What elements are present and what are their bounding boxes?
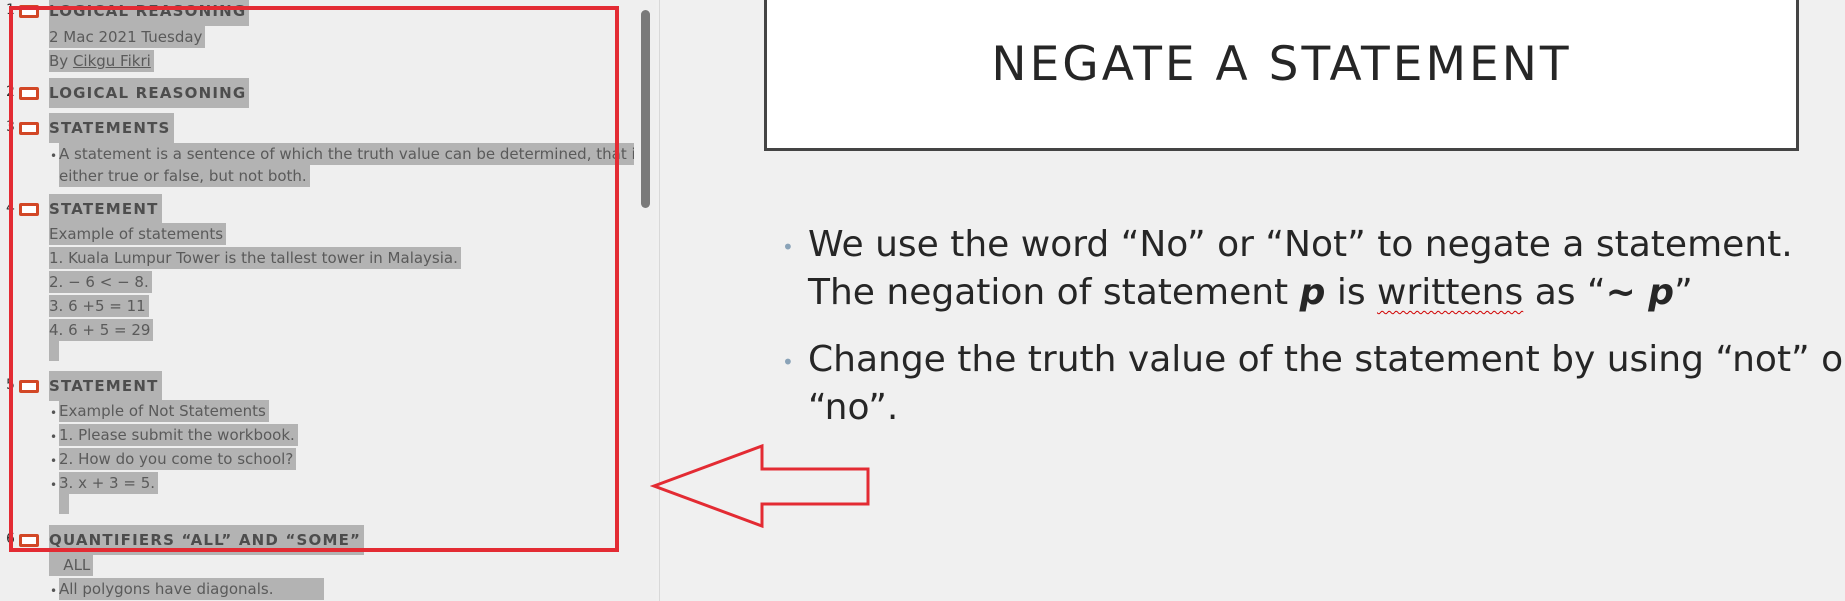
- text-run: ”: [1674, 272, 1693, 313]
- slide-bullet-dot: •: [782, 350, 794, 374]
- outline-line[interactable]: ALL: [49, 554, 94, 576]
- slide-title-text[interactable]: NEGATE A STATEMENT: [767, 37, 1796, 92]
- text-run: as “: [1523, 272, 1606, 313]
- slide-body-line[interactable]: “no”.: [808, 387, 898, 428]
- annotation-arrow-icon: [650, 443, 870, 529]
- text-run: The negation of statement: [808, 272, 1300, 313]
- slide-body-line[interactable]: Change the truth value of the statement …: [808, 339, 1845, 380]
- slide-body-line[interactable]: We use the word “No” or “Not” to negate …: [808, 224, 1793, 265]
- spelling-error-word[interactable]: writtens: [1377, 272, 1523, 313]
- outline-line[interactable]: All polygons have diagonals.: [59, 578, 324, 600]
- variable-p: p: [1299, 272, 1326, 313]
- negation-symbol: ~ p: [1605, 272, 1675, 313]
- text-run: is: [1325, 272, 1378, 313]
- annotation-box: [9, 6, 619, 552]
- slide-body-line[interactable]: The negation of statement p is writtens …: [808, 272, 1693, 313]
- slide-bullet-dot: •: [782, 235, 794, 259]
- bullet-dot: •: [50, 584, 58, 598]
- scrollbar-thumb[interactable]: [641, 10, 650, 208]
- slide-title-placeholder[interactable]: NEGATE A STATEMENT: [764, 0, 1799, 151]
